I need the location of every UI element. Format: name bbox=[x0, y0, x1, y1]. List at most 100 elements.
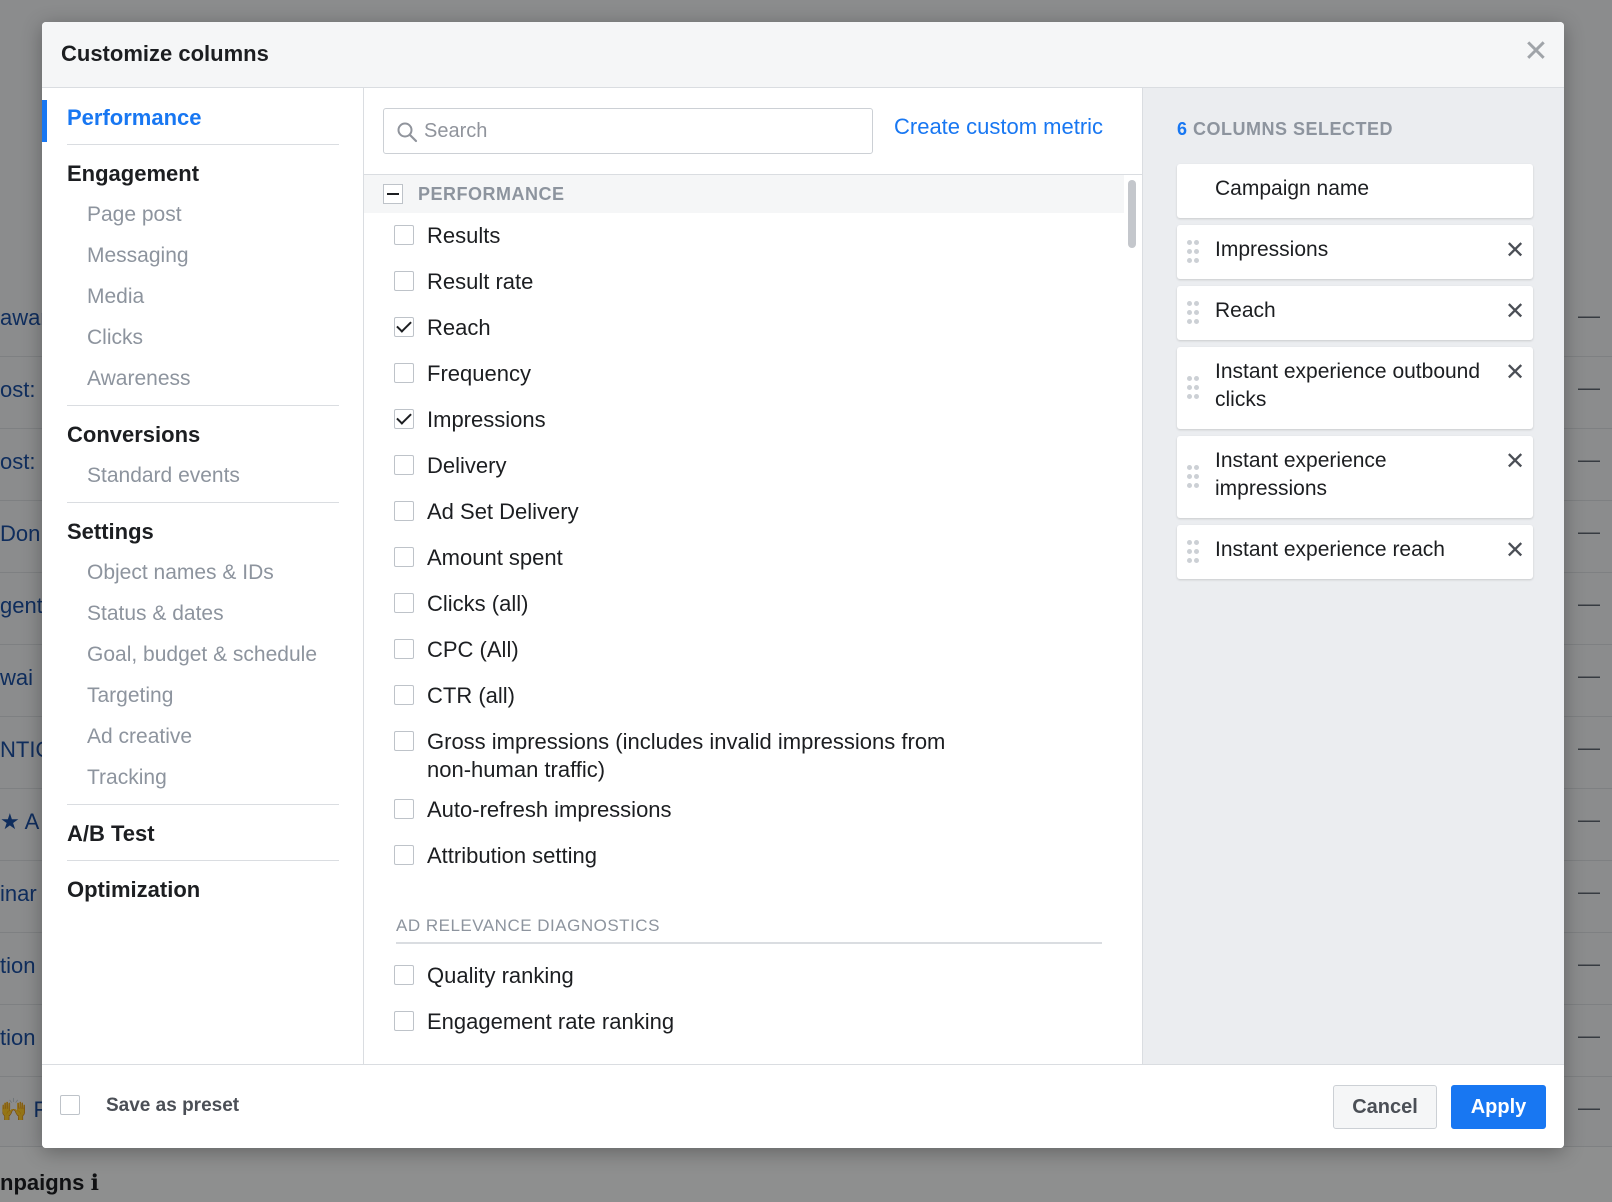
subsection-divider bbox=[396, 942, 1102, 944]
nav-subitem-awareness[interactable]: Awareness bbox=[67, 358, 339, 399]
metric-row[interactable]: Clicks (all) bbox=[394, 590, 1094, 618]
nav-item-optimization[interactable]: Optimization bbox=[67, 870, 339, 910]
dialog-footer: Save as preset Cancel Apply bbox=[42, 1064, 1564, 1148]
nav-subitem-standard-events[interactable]: Standard events bbox=[67, 455, 339, 496]
nav-divider bbox=[67, 804, 339, 805]
nav-subitem-goal-budget-schedule[interactable]: Goal, budget & schedule bbox=[67, 634, 339, 675]
remove-column-icon[interactable]: ✕ bbox=[1503, 450, 1527, 474]
nav-subitem-messaging[interactable]: Messaging bbox=[67, 235, 339, 276]
remove-column-icon[interactable]: ✕ bbox=[1503, 361, 1527, 385]
metric-row[interactable]: Results bbox=[394, 222, 1094, 250]
metric-checkbox[interactable] bbox=[394, 1011, 414, 1031]
nav-subitem-page-post[interactable]: Page post bbox=[67, 194, 339, 235]
nav-group-a-b-test: A/B Test bbox=[67, 814, 339, 854]
nav-item-a-b-test[interactable]: A/B Test bbox=[67, 814, 339, 854]
save-as-preset-checkbox[interactable] bbox=[60, 1095, 80, 1115]
metric-checkbox[interactable] bbox=[394, 363, 414, 383]
dialog-header: Customize columns ✕ bbox=[42, 22, 1564, 88]
metric-checkbox[interactable] bbox=[394, 965, 414, 985]
selected-column-item[interactable]: Instant experience reach ✕ bbox=[1177, 525, 1533, 579]
nav-item-performance[interactable]: Performance bbox=[67, 98, 339, 138]
selected-count-number: 6 bbox=[1177, 119, 1188, 139]
nav-subitem-tracking[interactable]: Tracking bbox=[67, 757, 339, 798]
nav-subitem-object-names-ids[interactable]: Object names & IDs bbox=[67, 552, 339, 593]
metric-row[interactable]: Result rate bbox=[394, 268, 1094, 296]
metric-checkbox[interactable] bbox=[394, 639, 414, 659]
selected-column-item[interactable]: Impressions ✕ bbox=[1177, 225, 1533, 279]
close-icon[interactable]: ✕ bbox=[1522, 37, 1550, 67]
selected-column-label: Instant experience impressions bbox=[1215, 449, 1387, 500]
nav-item-engagement[interactable]: Engagement bbox=[67, 154, 339, 194]
nav-item-settings[interactable]: Settings bbox=[67, 512, 339, 552]
metric-checkbox[interactable] bbox=[394, 547, 414, 567]
metric-row[interactable]: Frequency bbox=[394, 360, 1094, 388]
nav-item-conversions[interactable]: Conversions bbox=[67, 415, 339, 455]
collapse-section-checkbox[interactable] bbox=[383, 184, 403, 204]
metric-checkbox[interactable] bbox=[394, 501, 414, 521]
remove-column-icon[interactable]: ✕ bbox=[1503, 239, 1527, 263]
dialog-title: Customize columns bbox=[61, 41, 269, 66]
nav-subitem-targeting[interactable]: Targeting bbox=[67, 675, 339, 716]
drag-handle-icon[interactable] bbox=[1187, 301, 1201, 325]
nav-group-conversions: Conversions Standard events bbox=[67, 415, 339, 496]
metric-label: Delivery bbox=[427, 453, 507, 478]
selected-column-item[interactable]: Reach ✕ bbox=[1177, 286, 1533, 340]
metric-checkbox[interactable] bbox=[394, 593, 414, 613]
metric-label: Auto-refresh impressions bbox=[427, 797, 672, 822]
metric-label: Gross impressions (includes invalid impr… bbox=[427, 729, 946, 782]
nav-subitem-media[interactable]: Media bbox=[67, 276, 339, 317]
nav-subitem-clicks[interactable]: Clicks bbox=[67, 317, 339, 358]
metric-checkbox[interactable] bbox=[394, 685, 414, 705]
nav-divider bbox=[67, 144, 339, 145]
selected-column-label: Reach bbox=[1215, 299, 1276, 322]
selected-column-item[interactable]: Instant experience impressions ✕ bbox=[1177, 436, 1533, 518]
selected-column-label: Campaign name bbox=[1215, 177, 1370, 200]
metric-label: Clicks (all) bbox=[427, 591, 529, 616]
selected-count-label: COLUMNS SELECTED bbox=[1193, 119, 1394, 139]
remove-column-icon[interactable]: ✕ bbox=[1503, 539, 1527, 563]
nav-subitem-ad-creative[interactable]: Ad creative bbox=[67, 716, 339, 757]
metric-checkbox[interactable] bbox=[394, 271, 414, 291]
metric-label: Quality ranking bbox=[427, 963, 574, 988]
cancel-button[interactable]: Cancel bbox=[1333, 1085, 1437, 1129]
selected-column-item: Campaign name bbox=[1177, 164, 1533, 218]
save-as-preset-label[interactable]: Save as preset bbox=[106, 1095, 239, 1117]
metric-row[interactable]: CTR (all) bbox=[394, 682, 1094, 710]
selected-columns-panel: 6 COLUMNS SELECTED Campaign name Impressi… bbox=[1142, 88, 1564, 1064]
metric-row[interactable]: Attribution setting bbox=[394, 842, 1094, 870]
drag-handle-icon[interactable] bbox=[1187, 376, 1201, 400]
metric-checkbox[interactable] bbox=[394, 845, 414, 865]
customize-columns-dialog: Customize columns ✕ Performance Engagemen… bbox=[42, 22, 1564, 1148]
metric-row[interactable]: Quality ranking bbox=[394, 962, 1094, 990]
metric-row[interactable]: Reach bbox=[394, 314, 1094, 342]
search-input[interactable] bbox=[424, 113, 864, 149]
metrics-list-panel: Create custom metric PERFORMANCE Results… bbox=[364, 88, 1142, 1064]
metric-checkbox[interactable] bbox=[394, 317, 414, 337]
metric-checkbox[interactable] bbox=[394, 225, 414, 245]
create-custom-metric-link[interactable]: Create custom metric bbox=[894, 114, 1103, 140]
metric-label: CTR (all) bbox=[427, 683, 515, 708]
metric-checkbox[interactable] bbox=[394, 409, 414, 429]
metric-row[interactable]: Engagement rate ranking bbox=[394, 1008, 1094, 1036]
drag-handle-icon[interactable] bbox=[1187, 540, 1201, 564]
drag-handle-icon[interactable] bbox=[1187, 240, 1201, 264]
selected-column-item[interactable]: Instant experience outbound clicks ✕ bbox=[1177, 347, 1533, 429]
metric-row[interactable]: Delivery bbox=[394, 452, 1094, 480]
metric-label: Engagement rate ranking bbox=[427, 1009, 675, 1034]
metric-row[interactable]: Gross impressions (includes invalid impr… bbox=[394, 728, 1094, 784]
metric-row[interactable]: Impressions bbox=[394, 406, 1094, 434]
metric-checkbox[interactable] bbox=[394, 799, 414, 819]
metric-row[interactable]: Amount spent bbox=[394, 544, 1094, 572]
metric-row[interactable]: Auto-refresh impressions bbox=[394, 796, 1094, 824]
ad-relevance-diagnostics-label: AD RELEVANCE DIAGNOSTICS bbox=[396, 916, 660, 935]
metrics-scrollbar[interactable] bbox=[1128, 180, 1136, 248]
metric-row[interactable]: CPC (All) bbox=[394, 636, 1094, 664]
category-nav: Performance Engagement Page post Messaging M… bbox=[42, 88, 364, 1064]
remove-column-icon[interactable]: ✕ bbox=[1503, 300, 1527, 324]
metric-checkbox[interactable] bbox=[394, 455, 414, 475]
metric-checkbox[interactable] bbox=[394, 731, 414, 751]
nav-subitem-status-dates[interactable]: Status & dates bbox=[67, 593, 339, 634]
drag-handle-icon[interactable] bbox=[1187, 465, 1201, 489]
metric-row[interactable]: Ad Set Delivery bbox=[394, 498, 1094, 526]
apply-button[interactable]: Apply bbox=[1451, 1085, 1546, 1129]
